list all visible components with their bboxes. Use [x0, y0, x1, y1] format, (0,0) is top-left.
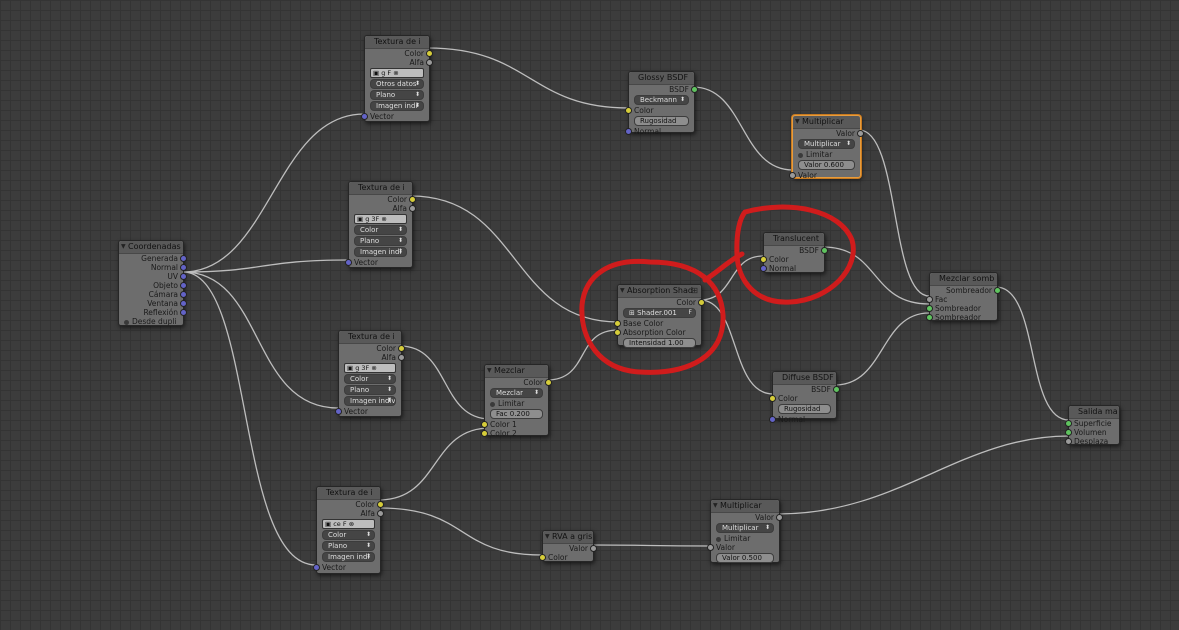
annotation-circle-absorption	[579, 258, 726, 375]
annotation-circle-translucent	[734, 204, 856, 305]
annotation-layer	[579, 204, 856, 375]
